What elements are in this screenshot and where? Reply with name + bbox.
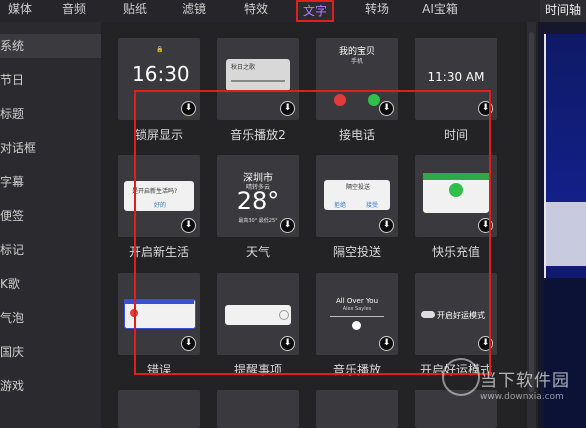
card-label: 天气: [245, 245, 270, 259]
download-icon[interactable]: ⬇: [379, 336, 394, 351]
tab-transition[interactable]: 转场: [355, 0, 399, 22]
download-icon[interactable]: ⬇: [379, 218, 394, 233]
song-artist: Alex Sayles: [342, 306, 372, 312]
card-label: 音乐播放2: [230, 128, 286, 142]
toggle-text: 开启好运模式: [437, 311, 485, 320]
tab-filter[interactable]: 滤镜: [172, 0, 216, 22]
card-airdrop[interactable]: 隔空投送 拒绝 接受 ⬇: [316, 155, 398, 237]
scrollbar-thumb[interactable]: [529, 32, 534, 392]
progress-bar: [231, 80, 285, 82]
caller-sub: 手机: [350, 58, 363, 65]
sidebar-item-game[interactable]: 游戏: [0, 374, 101, 398]
card-lockscreen[interactable]: 🔒 16:30 ⬇: [118, 38, 200, 120]
dialog-button: 好的: [154, 202, 167, 209]
toggle-icon: [421, 311, 435, 318]
category-sidebar: 系统 节日 标题 对话框 字幕 便签 标记 K歌 气泡 国庆 游戏: [0, 22, 101, 428]
wechat-icon: [449, 183, 463, 197]
card-music-player-2[interactable]: 秋日之歌 ⬇: [217, 38, 299, 120]
card-label: 开启新生活: [128, 245, 189, 259]
tab-timeline[interactable]: 时间轴: [540, 0, 586, 22]
play-icon: [352, 321, 361, 330]
tab-effects[interactable]: 特效: [234, 0, 278, 22]
card-time[interactable]: 11:30 AM ⬇: [415, 38, 497, 120]
sidebar-item-bubble[interactable]: 气泡: [0, 306, 101, 330]
card-incoming-call[interactable]: 我的宝贝 手机 ⬇: [316, 38, 398, 120]
card-row4-3[interactable]: [316, 390, 398, 428]
airdrop-decline: 拒绝: [334, 202, 347, 209]
card-label: 锁屏显示: [134, 128, 183, 142]
download-icon[interactable]: ⬇: [379, 101, 394, 116]
card-label: 隔空投送: [332, 245, 381, 259]
lock-icon: 🔒: [156, 46, 164, 53]
song-title: All Over You: [335, 297, 379, 305]
sidebar-item-title[interactable]: 标题: [0, 102, 101, 126]
tab-sticker[interactable]: 贴纸: [113, 0, 157, 22]
sidebar-item-system[interactable]: 系统: [0, 34, 101, 58]
weather-temp: 28°: [236, 187, 280, 215]
sidebar-item-subtitle[interactable]: 字幕: [0, 170, 101, 194]
watermark-url: www.downxia.com: [480, 392, 564, 402]
sidebar-item-karaoke[interactable]: K歌: [0, 272, 101, 296]
tab-ai-box[interactable]: AI宝箱: [414, 0, 466, 22]
dialog-text: 是开启新生活吗?: [132, 188, 178, 195]
card-label: 快乐充值: [431, 245, 480, 259]
download-icon[interactable]: ⬇: [478, 218, 493, 233]
card-label: 时间: [443, 128, 468, 142]
card-row4-1[interactable]: [118, 390, 200, 428]
card-label: 错误: [146, 363, 171, 377]
airdrop-title: 隔空投送: [346, 184, 371, 191]
music-title: 秋日之歌: [231, 64, 256, 71]
card-error[interactable]: ⬇: [118, 273, 200, 355]
card-label: 音乐播放: [332, 363, 381, 377]
card-row4-2[interactable]: [217, 390, 299, 428]
decline-call-icon: [334, 94, 346, 106]
accept-call-icon: [368, 94, 380, 106]
card-weather[interactable]: 深圳市 晴转多云 28° 最高30° 最低25° ⬇: [217, 155, 299, 237]
download-icon[interactable]: ⬇: [280, 336, 295, 351]
card-reminder[interactable]: ⬇: [217, 273, 299, 355]
watermark-name: 当下软件园: [480, 371, 570, 391]
preview-ground: [544, 278, 586, 428]
sidebar-item-festival[interactable]: 节日: [0, 68, 101, 92]
lockscreen-time: 16:30: [132, 62, 190, 86]
card-label: 接电话: [338, 128, 375, 142]
time-text: 11:30 AM: [427, 70, 485, 84]
sidebar-item-note[interactable]: 便签: [0, 204, 101, 228]
card-new-life[interactable]: 是开启新生活吗? 好的 ⬇: [118, 155, 200, 237]
card-music-player[interactable]: All Over You Alex Sayles ⬇: [316, 273, 398, 355]
card-good-luck-mode[interactable]: 开启好运模式 ⬇: [415, 273, 497, 355]
download-icon[interactable]: ⬇: [280, 101, 295, 116]
sidebar-item-national-day[interactable]: 国庆: [0, 340, 101, 364]
reminder-check-icon: [279, 310, 289, 320]
download-icon[interactable]: ⬇: [181, 218, 196, 233]
tab-media[interactable]: 媒体: [0, 0, 40, 22]
download-icon[interactable]: ⬇: [478, 336, 493, 351]
download-icon[interactable]: ⬇: [478, 101, 493, 116]
tab-audio[interactable]: 音频: [52, 0, 96, 22]
sidebar-item-dialog[interactable]: 对话框: [0, 136, 101, 160]
sidebar-item-marker[interactable]: 标记: [0, 238, 101, 262]
tab-text[interactable]: 文字: [296, 0, 334, 22]
watermark-logo-icon: [442, 358, 480, 396]
download-icon[interactable]: ⬇: [181, 101, 196, 116]
error-icon: [130, 309, 138, 317]
download-icon[interactable]: ⬇: [280, 218, 295, 233]
card-label: 提醒事项: [233, 363, 282, 377]
top-tab-bar: 媒体 音频 贴纸 滤镜 特效 文字 转场 AI宝箱 时间轴: [0, 0, 586, 22]
song-progress: [330, 316, 384, 317]
recharge-header: [423, 173, 489, 180]
error-titlebar: [124, 299, 194, 304]
download-icon[interactable]: ⬇: [181, 336, 196, 351]
card-happy-recharge[interactable]: ⬇: [415, 155, 497, 237]
preview-text-overlay: [544, 202, 586, 266]
airdrop-accept: 接受: [366, 202, 379, 209]
